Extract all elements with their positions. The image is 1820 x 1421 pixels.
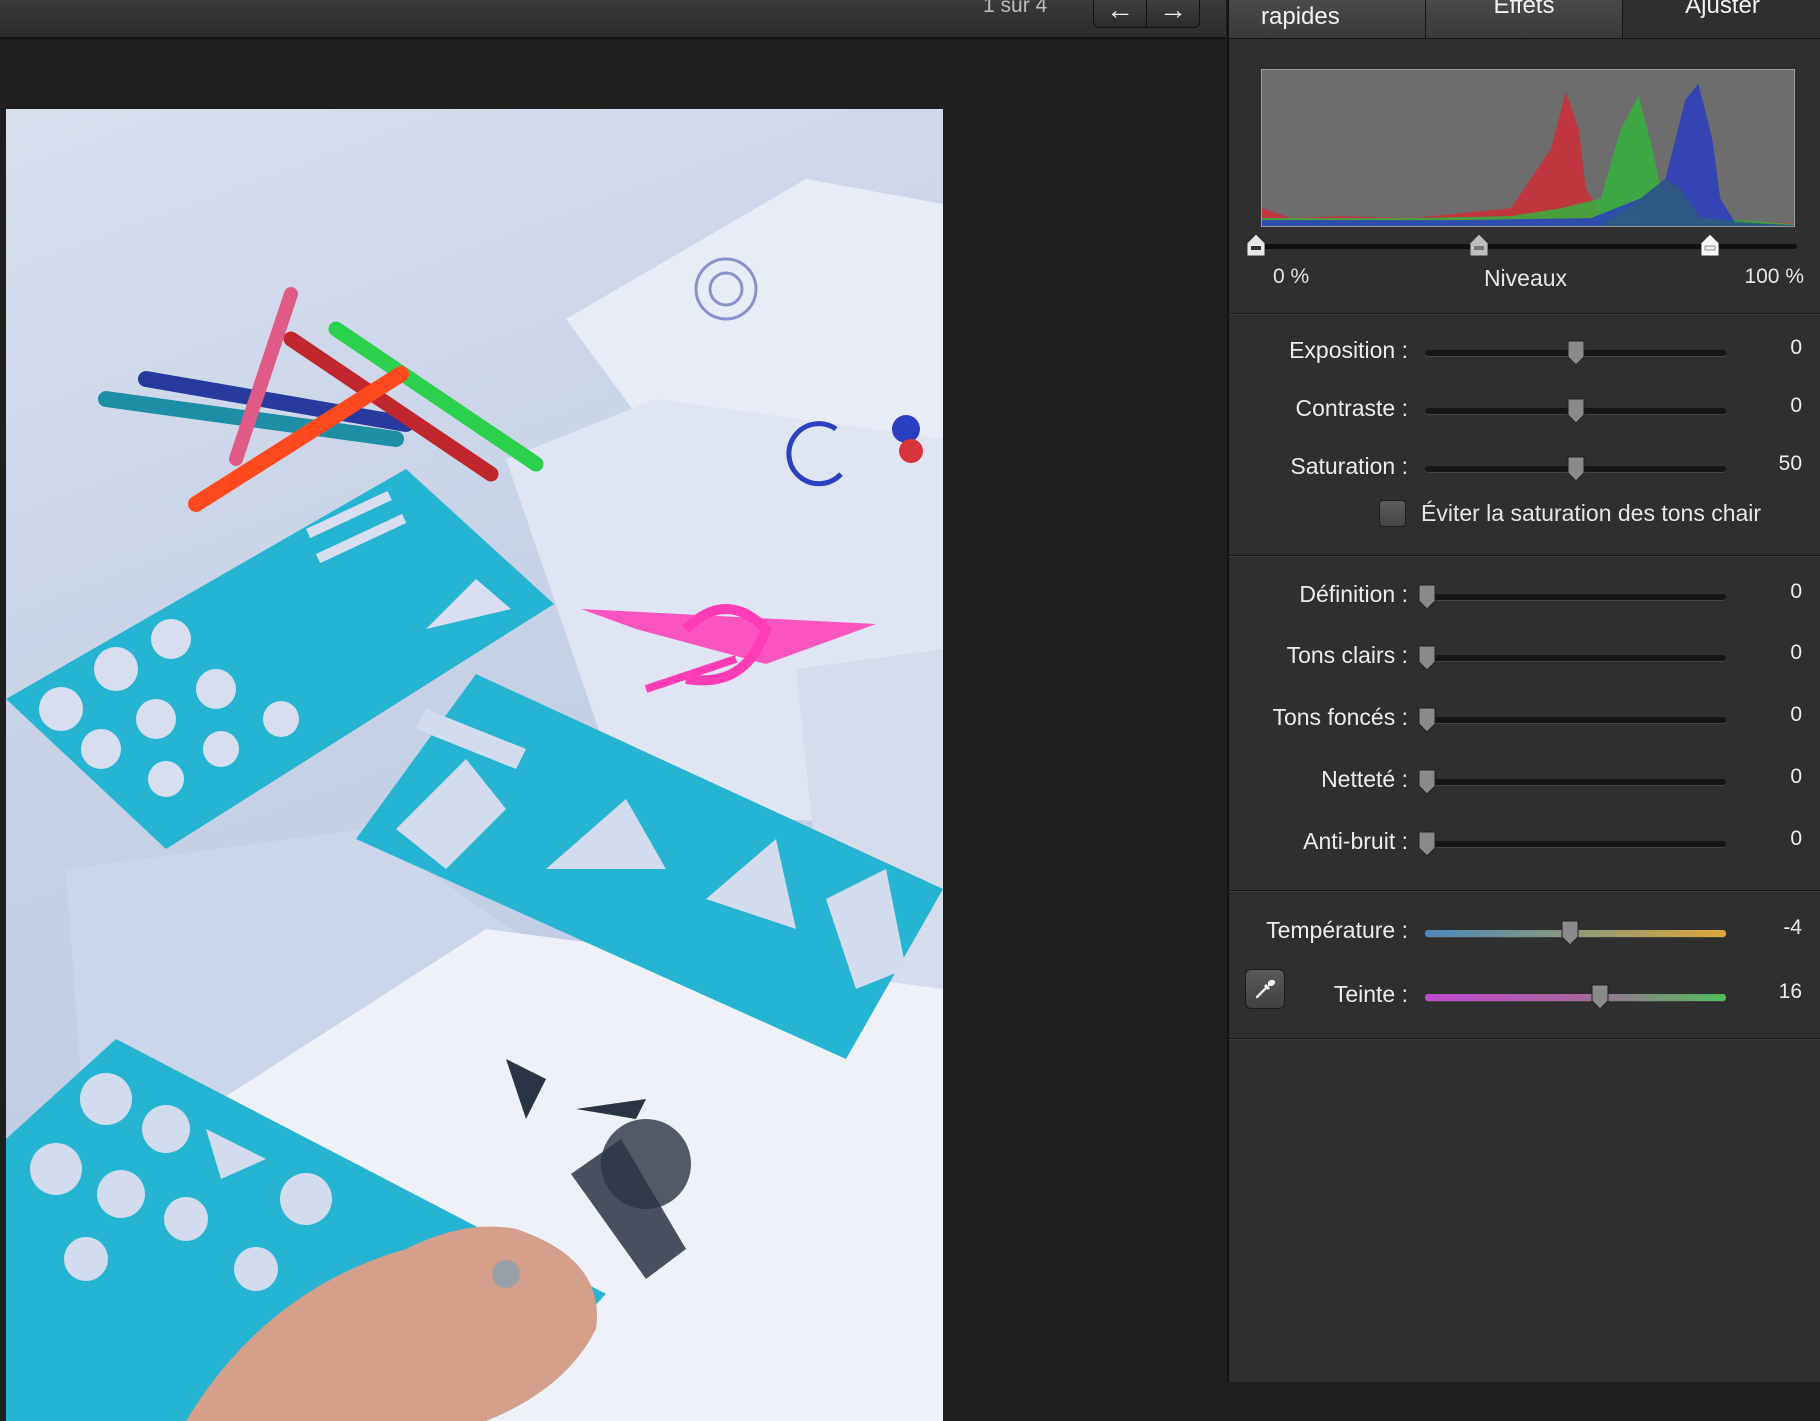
photo-illustration <box>6 179 943 1421</box>
levels-slider[interactable] <box>1247 232 1809 262</box>
skin-tones-label: Éviter la saturation des tons chair <box>1421 500 1762 526</box>
previous-photo-button[interactable]: ← <box>1094 0 1146 27</box>
photo-counter: 1 sur 4 <box>983 0 1048 17</box>
definition-slider-knob[interactable] <box>1418 584 1436 610</box>
levels-max-label: 100 % <box>1744 265 1804 288</box>
levels-labels: 0 % Niveaux 100 % <box>1229 265 1820 295</box>
next-photo-button[interactable]: → <box>1146 0 1199 27</box>
adjust-panel: rapides Effets Ajuster 0 % Niveaux 100 %… <box>1227 0 1820 1382</box>
definition-slider[interactable] <box>1425 594 1726 600</box>
definition-slider-row: Définition : 0 <box>1229 576 1820 616</box>
saturation-label: Saturation : <box>1290 453 1408 479</box>
exposure-slider-knob[interactable] <box>1567 340 1585 366</box>
exposure-value: 0 <box>1790 336 1802 359</box>
viewer-toolbar: 1 sur 4 ← → <box>0 0 1226 39</box>
tint-slider-row: Teinte : 16 <box>1229 976 1820 1016</box>
saturation-slider-row: Saturation : 50 <box>1229 448 1820 488</box>
tint-slider-knob[interactable] <box>1591 984 1609 1010</box>
sharpness-slider-knob[interactable] <box>1418 769 1436 795</box>
sharpness-value: 0 <box>1790 765 1802 788</box>
definition-label: Définition : <box>1299 581 1408 607</box>
tint-slider[interactable] <box>1425 994 1726 1001</box>
noise-reduction-slider[interactable] <box>1425 841 1726 847</box>
contrast-slider-row: Contraste : 0 <box>1229 390 1820 430</box>
exposure-label: Exposition : <box>1289 337 1408 363</box>
temperature-label: Température : <box>1266 917 1408 943</box>
temperature-value: -4 <box>1783 916 1802 939</box>
temperature-slider-row: Température : -4 <box>1229 912 1820 952</box>
noise-reduction-value: 0 <box>1790 827 1802 850</box>
noise-reduction-label: Anti-bruit : <box>1303 828 1408 854</box>
tab-label: Ajuster <box>1685 0 1760 19</box>
tint-label: Teinte : <box>1333 981 1408 1007</box>
shadows-value: 0 <box>1790 703 1802 726</box>
panel-tabs: rapides Effets Ajuster <box>1229 0 1820 39</box>
sharpness-slider[interactable] <box>1425 779 1726 785</box>
sharpness-label: Netteté : <box>1321 766 1408 792</box>
contrast-value: 0 <box>1790 394 1802 417</box>
temperature-slider-knob[interactable] <box>1561 920 1579 946</box>
histogram <box>1261 69 1795 227</box>
arrow-left-icon: ← <box>1106 0 1134 25</box>
noise-reduction-slider-knob[interactable] <box>1418 831 1436 857</box>
photo-viewer <box>0 39 1226 1421</box>
highlights-value: 0 <box>1790 641 1802 664</box>
tab-ajuster[interactable]: Ajuster <box>1623 0 1820 38</box>
divider <box>1229 555 1820 557</box>
shadows-label: Tons foncés : <box>1272 704 1408 730</box>
saturation-value: 50 <box>1778 452 1802 475</box>
shadows-slider-row: Tons foncés : 0 <box>1229 699 1820 739</box>
divider <box>1229 1038 1820 1040</box>
shadows-slider-knob[interactable] <box>1418 707 1436 733</box>
levels-white-point-handle[interactable] <box>1701 234 1719 256</box>
tab-label: Effets <box>1493 0 1555 19</box>
arrow-right-icon: → <box>1159 0 1187 25</box>
saturation-slider-knob[interactable] <box>1567 456 1585 482</box>
highlights-label: Tons clairs : <box>1286 642 1408 668</box>
levels-black-point-handle[interactable] <box>1247 234 1265 256</box>
definition-value: 0 <box>1790 580 1802 603</box>
sharpness-slider-row: Netteté : 0 <box>1229 761 1820 801</box>
tint-value: 16 <box>1778 980 1802 1003</box>
noise-reduction-slider-row: Anti-bruit : 0 <box>1229 823 1820 863</box>
levels-title: Niveaux <box>1483 265 1568 291</box>
highlights-slider[interactable] <box>1425 655 1726 661</box>
tab-effets[interactable]: Effets <box>1426 0 1623 38</box>
highlights-slider-knob[interactable] <box>1418 645 1436 671</box>
levels-midpoint-handle[interactable] <box>1470 234 1488 256</box>
tab-label: rapides <box>1261 3 1340 30</box>
tab-rapides[interactable]: rapides <box>1229 0 1426 38</box>
contrast-slider-knob[interactable] <box>1567 398 1585 424</box>
shadows-slider[interactable] <box>1425 717 1726 723</box>
skin-tones-checkbox[interactable] <box>1379 500 1406 527</box>
divider <box>1229 313 1820 315</box>
skin-tones-option: Éviter la saturation des tons chair <box>1353 500 1813 530</box>
divider <box>1229 890 1820 892</box>
exposure-slider-row: Exposition : 0 <box>1229 332 1820 372</box>
contrast-label: Contraste : <box>1295 395 1409 421</box>
photo-navigation: ← → <box>1093 0 1200 28</box>
photo-canvas[interactable] <box>6 109 943 1421</box>
highlights-slider-row: Tons clairs : 0 <box>1229 637 1820 677</box>
